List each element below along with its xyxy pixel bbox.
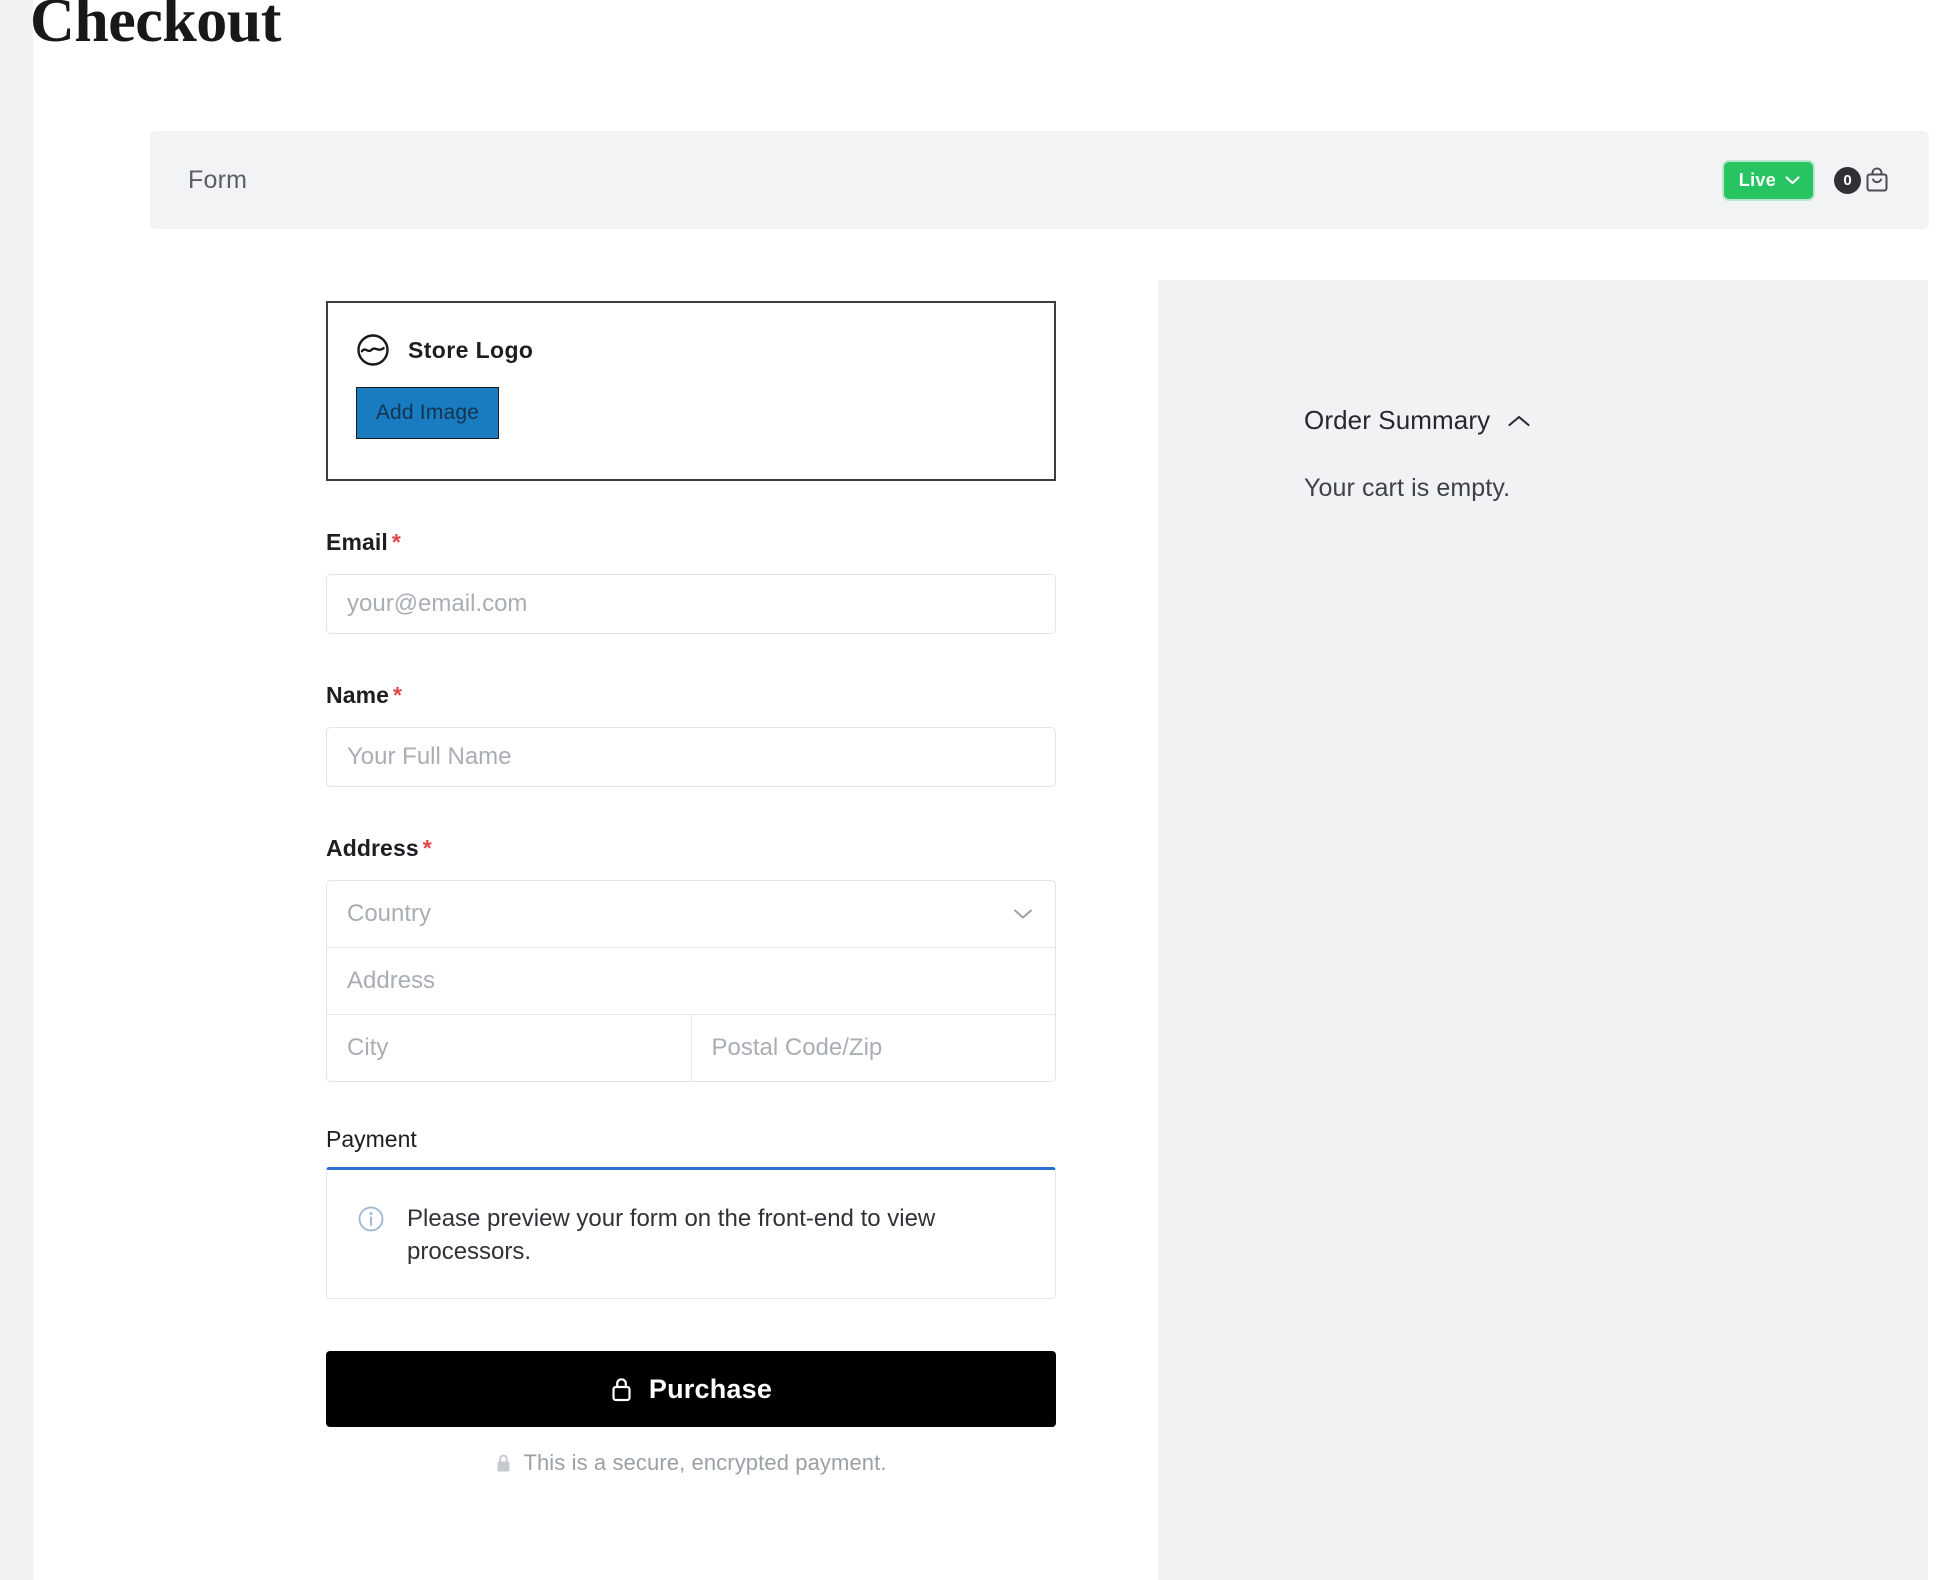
page-title: Checkout (33, 0, 281, 55)
name-input[interactable] (326, 727, 1056, 787)
secure-payment-text: This is a secure, encrypted payment. (523, 1450, 887, 1476)
store-logo-icon (357, 334, 389, 366)
store-logo-label: Store Logo (408, 336, 534, 363)
checkout-form: Store Logo Add Image Email* Name* (326, 229, 1056, 1476)
chevron-up-icon[interactable] (1507, 414, 1531, 428)
live-status-label: Live (1738, 169, 1776, 190)
payment-notice-box: Please preview your form on the front-en… (326, 1167, 1056, 1300)
postal-code-input[interactable] (691, 1015, 1055, 1081)
address-row-city-postal (327, 1014, 1055, 1081)
lock-icon (497, 1454, 510, 1472)
store-logo-row: Store Logo (356, 333, 1054, 367)
email-label: Email * (326, 529, 1056, 556)
address-label-text: Address (326, 835, 419, 861)
postal-cell (690, 1015, 1055, 1081)
payment-block: Payment Please preview your form on the … (326, 1126, 1056, 1300)
name-label: Name * (326, 682, 1056, 709)
name-label-text: Name (326, 682, 390, 708)
email-label-text: Email (326, 529, 388, 555)
store-logo-card: Store Logo Add Image (326, 301, 1056, 481)
address-field-block: Address * (326, 835, 1056, 1082)
toolbar-title: Form (188, 165, 248, 194)
purchase-button-label: Purchase (648, 1373, 773, 1404)
address-group (326, 880, 1056, 1082)
street-cell (327, 948, 1055, 1014)
email-required-mark: * (391, 529, 401, 555)
name-field-block: Name * (326, 682, 1056, 787)
checkout-content: Order Summary Your cart is empty. Store … (33, 229, 1950, 1580)
city-cell (327, 1015, 691, 1081)
address-required-mark: * (422, 835, 432, 861)
toolbar-actions: Live 0 (1723, 161, 1892, 199)
form-toolbar: Form Live 0 (150, 131, 1929, 229)
order-summary-panel: Order Summary Your cart is empty. (1158, 280, 1928, 1580)
chevron-down-icon (1785, 175, 1800, 184)
page-canvas: Checkout Form Live 0 Order Summary Your … (33, 0, 1950, 1580)
email-input[interactable] (326, 574, 1056, 634)
order-summary-header[interactable]: Order Summary (1304, 405, 1928, 436)
cart-count-badge: 0 (1834, 166, 1861, 194)
payment-label: Payment (326, 1126, 417, 1152)
country-cell (327, 881, 1055, 947)
payment-notice-text: Please preview your form on the front-en… (407, 1205, 936, 1266)
street-address-input[interactable] (327, 948, 1055, 1014)
lock-icon (612, 1377, 631, 1401)
email-field-block: Email * (326, 529, 1056, 634)
live-status-dropdown[interactable]: Live (1723, 161, 1813, 199)
shopping-bag-icon (1866, 167, 1888, 192)
cart-empty-message: Your cart is empty. (1304, 474, 1511, 502)
cart-button[interactable]: 0 (1834, 165, 1892, 195)
order-summary-title: Order Summary (1304, 405, 1491, 435)
name-required-mark: * (393, 682, 403, 708)
city-input[interactable] (327, 1015, 691, 1081)
info-circle-icon (358, 1206, 384, 1232)
address-label: Address * (326, 835, 1056, 862)
address-row-street (327, 947, 1055, 1014)
add-image-button[interactable]: Add Image (356, 387, 499, 439)
secure-payment-note: This is a secure, encrypted payment. (326, 1450, 1056, 1476)
purchase-button[interactable]: Purchase (326, 1351, 1056, 1428)
address-row-country (327, 881, 1055, 947)
country-select[interactable] (327, 881, 1055, 947)
